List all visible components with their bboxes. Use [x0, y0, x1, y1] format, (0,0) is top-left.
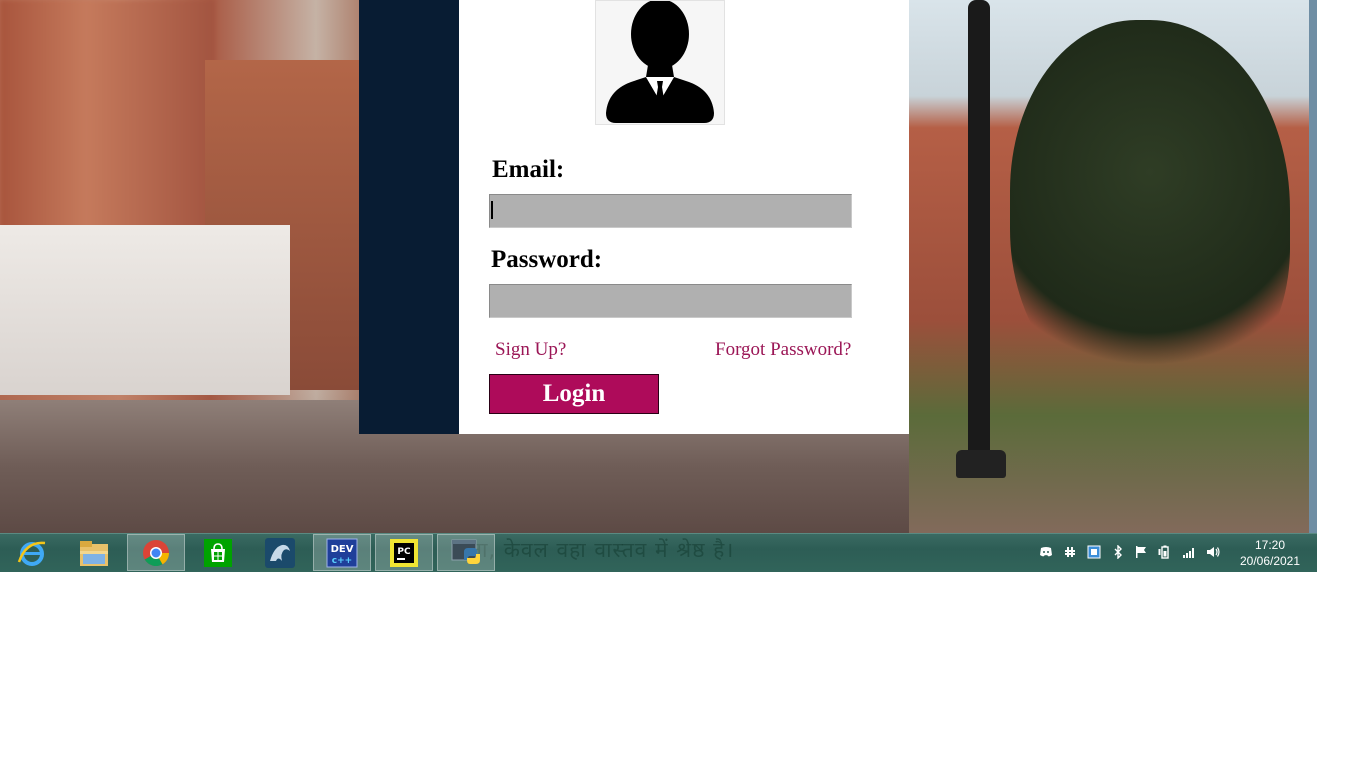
clock-time: 17:20	[1254, 538, 1286, 552]
taskbar-wallpaper-text: ता, केवल वहा वास्तव में श्रेष्ठ है।	[470, 538, 735, 562]
taskbar-explorer-button[interactable]	[65, 534, 123, 571]
action-center-flag-icon[interactable]	[1134, 545, 1148, 559]
taskbar-clock[interactable]: 17:20 20/06/2021	[1226, 537, 1314, 569]
taskbar-chrome-button[interactable]	[127, 534, 185, 571]
email-field[interactable]	[489, 194, 852, 228]
taskbar-ie-button[interactable]	[3, 534, 61, 571]
svg-text:DEV: DEV	[331, 544, 354, 555]
taskbar: ता, केवल वहा वास्तव में श्रेष्ठ है। DEV …	[0, 533, 1317, 572]
discord-icon[interactable]	[1039, 545, 1053, 559]
python-icon	[451, 539, 480, 564]
ie-icon	[17, 541, 46, 566]
folder-icon	[80, 540, 108, 566]
text-caret	[491, 201, 493, 219]
password-field[interactable]	[489, 284, 852, 318]
store-icon	[204, 538, 232, 567]
email-label: Email:	[492, 156, 565, 183]
login-sidebar	[359, 0, 459, 434]
svg-text:PC: PC	[397, 547, 411, 557]
window-edge	[1309, 0, 1317, 533]
wallpaper-lamp-post	[968, 0, 990, 470]
wallpaper-building-left	[0, 0, 215, 260]
password-label: Password:	[491, 246, 603, 273]
user-avatar-icon	[595, 0, 725, 125]
email-field-wrap	[489, 194, 852, 228]
svg-text:c++: c++	[332, 556, 352, 566]
sign-up-link[interactable]: Sign Up?	[495, 339, 566, 361]
slack-icon[interactable]	[1063, 545, 1077, 559]
clock-date: 20/06/2021	[1239, 554, 1301, 568]
taskbar-mysql-button[interactable]	[251, 534, 309, 571]
bluetooth-icon[interactable]	[1111, 545, 1125, 559]
signal-strength-icon[interactable]	[1182, 545, 1196, 559]
taskbar-devcpp-button[interactable]: DEV c++	[313, 534, 371, 571]
battery-icon[interactable]	[1158, 545, 1172, 559]
taskbar-store-button[interactable]	[189, 534, 247, 571]
pycharm-icon: PC	[390, 538, 418, 567]
forgot-password-link[interactable]: Forgot Password?	[715, 339, 851, 361]
network-adapter-icon[interactable]	[1087, 545, 1101, 559]
taskbar-python-button[interactable]	[437, 534, 495, 571]
volume-icon[interactable]	[1206, 545, 1220, 559]
wallpaper-tree	[1010, 20, 1290, 400]
chrome-icon	[143, 539, 170, 566]
login-window: Email: Password: Sign Up? Forgot Passwor…	[359, 0, 909, 434]
devcpp-icon: DEV c++	[326, 538, 358, 567]
login-button[interactable]: Login	[489, 374, 659, 414]
taskbar-pycharm-button[interactable]: PC	[375, 534, 433, 571]
wallpaper-lamp-base	[956, 450, 1006, 478]
wallpaper-white-wall	[0, 225, 290, 395]
mysql-icon	[265, 537, 295, 568]
